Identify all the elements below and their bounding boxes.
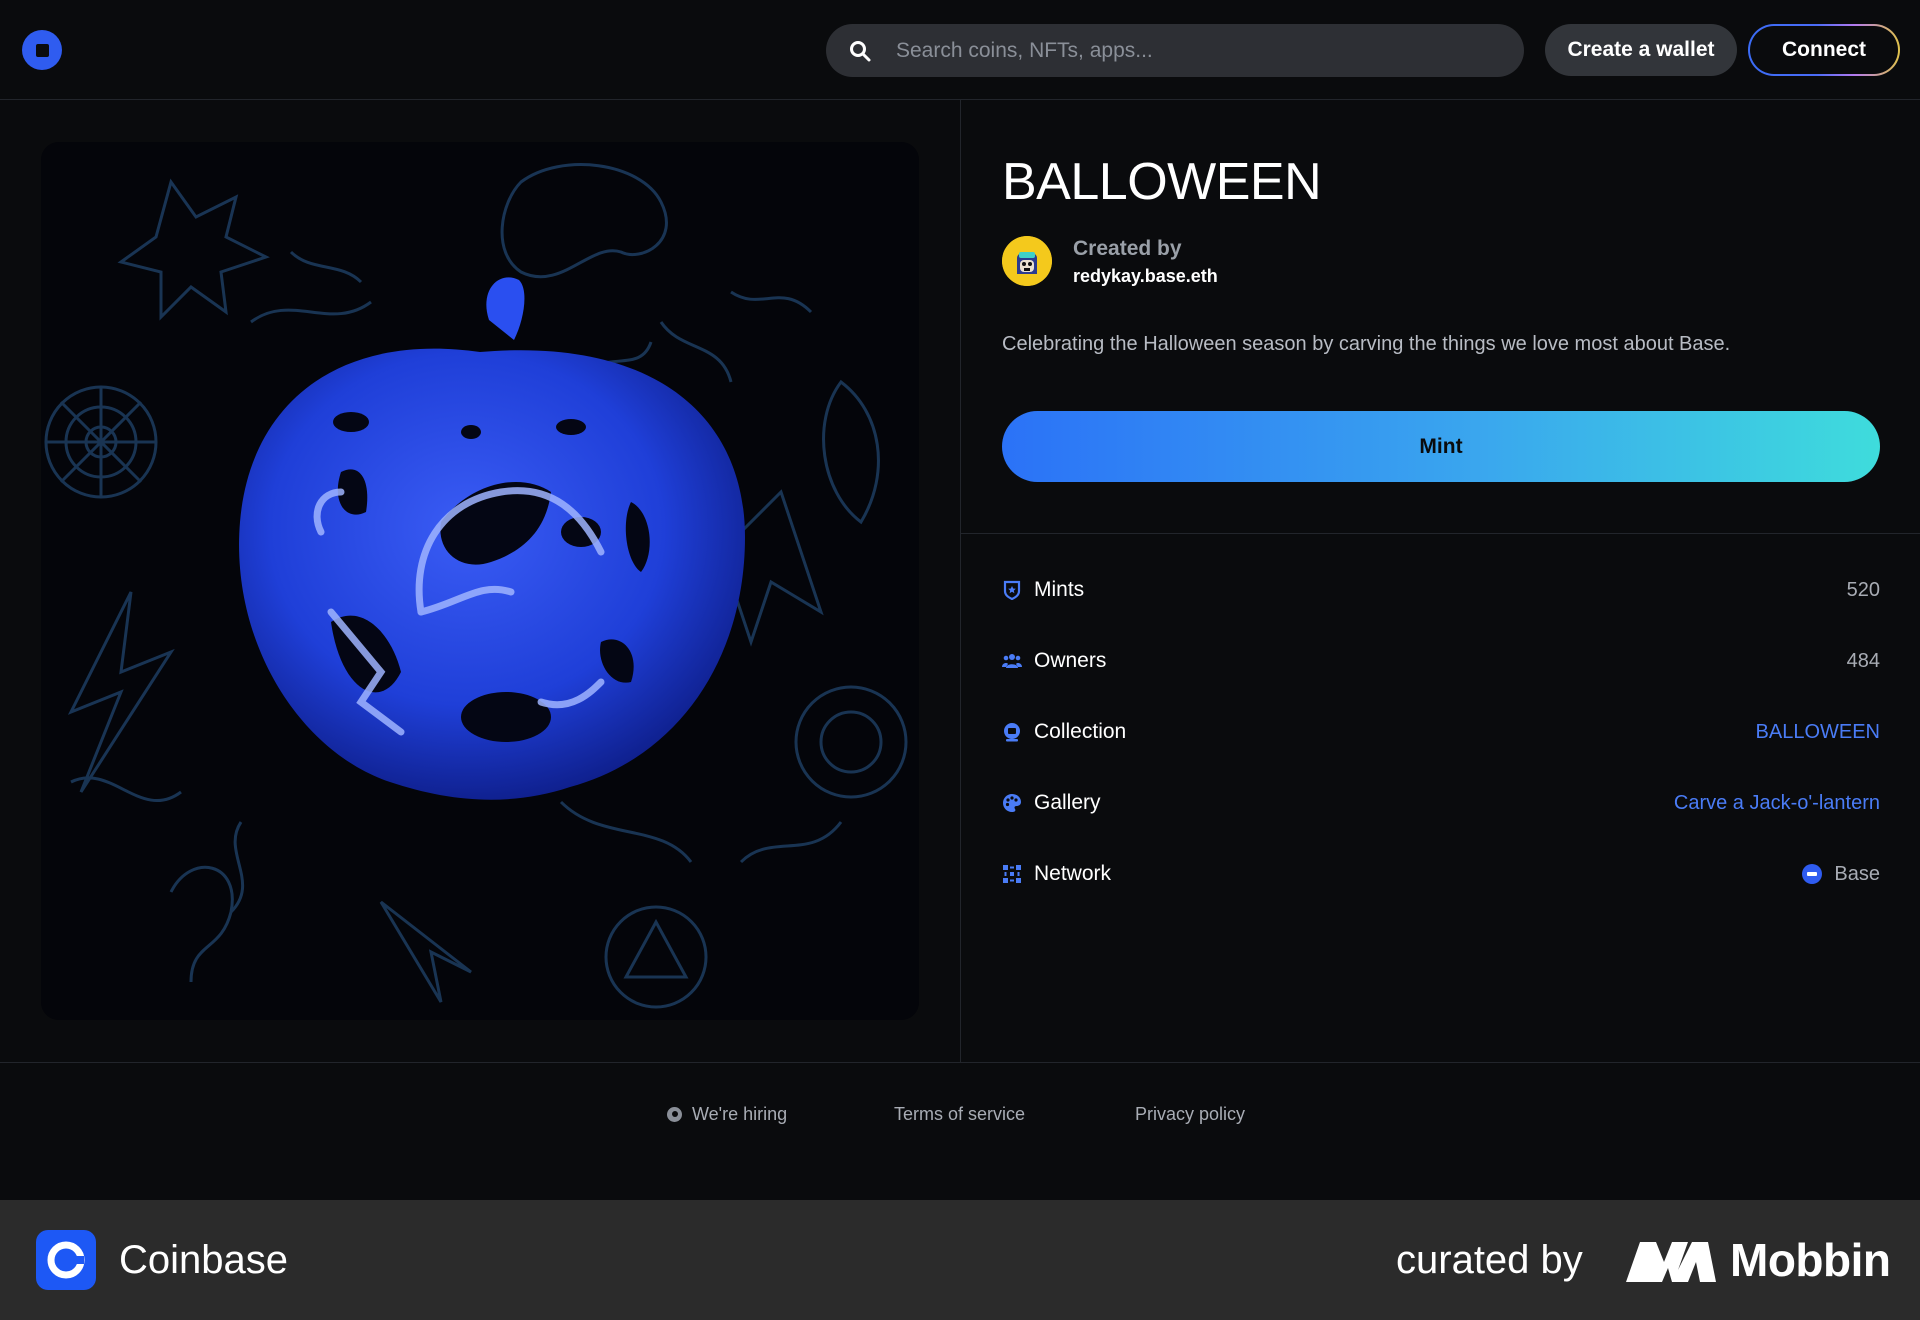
privacy-label: Privacy policy (1135, 1103, 1246, 1124)
owners-count: 484 (1846, 649, 1880, 672)
footer-divider (0, 1062, 1920, 1063)
detail-row-owners: Owners 484 (1002, 641, 1880, 681)
horizontal-divider (961, 533, 1920, 534)
mobbin-logo-icon (1626, 1242, 1716, 1282)
creator-avatar-icon (1002, 236, 1052, 286)
collection-icon (1004, 723, 1020, 742)
hiring-link[interactable]: We're hiring (667, 1100, 787, 1128)
people-icon (1002, 654, 1022, 668)
base-network-icon (1802, 864, 1823, 884)
creator-avatar[interactable] (1002, 236, 1052, 286)
logo-square-icon (35, 43, 49, 57)
detail-row-mints: Mints 520 (1002, 570, 1880, 610)
terms-link[interactable]: Terms of service (894, 1100, 1025, 1128)
connect-button-label: Connect (1750, 26, 1898, 74)
palette-icon (1003, 794, 1021, 812)
detail-label: Owners (1034, 649, 1107, 672)
terms-label: Terms of service (894, 1103, 1026, 1124)
search-icon (850, 40, 871, 61)
network-name: Base (1834, 862, 1880, 885)
mint-button[interactable]: Mint (1002, 411, 1880, 482)
detail-label: Gallery (1034, 791, 1101, 814)
privacy-link[interactable]: Privacy policy (1135, 1100, 1245, 1128)
detail-row-network: Network Base (1002, 854, 1880, 894)
detail-label: Collection (1034, 720, 1127, 743)
coinbase-logo-icon (36, 1230, 96, 1290)
mints-count: 520 (1846, 578, 1880, 601)
nft-description: Celebrating the Halloween season by carv… (1002, 333, 1731, 355)
app-name: Coinbase (119, 1238, 289, 1282)
hiring-label: We're hiring (692, 1103, 788, 1124)
brand-name: Mobbin (1730, 1234, 1891, 1286)
connect-button[interactable]: Connect (1748, 24, 1900, 76)
top-navigation-bar: Create a wallet Connect (0, 0, 1920, 100)
detail-row-gallery: Gallery Carve a Jack-o'-lantern (1002, 783, 1880, 823)
create-wallet-button[interactable]: Create a wallet (1545, 24, 1737, 76)
home-logo-button[interactable] (22, 30, 62, 70)
hiring-icon (667, 1106, 682, 1122)
nft-title: BALLOWEEN (1002, 153, 1322, 211)
collection-link[interactable]: BALLOWEEN (1756, 721, 1880, 744)
pumpkin-artwork (41, 142, 919, 1020)
search-bar[interactable] (826, 24, 1524, 77)
network-icon (1003, 865, 1021, 883)
gallery-link[interactable]: Carve a Jack-o'-lantern (1674, 792, 1880, 815)
detail-row-collection: Collection BALLOWEEN (1002, 712, 1880, 752)
nft-artwork-image (41, 142, 919, 1020)
attribution-bar: Coinbase curated by Mobbin (0, 1200, 1920, 1320)
created-by-label: Created by (1073, 237, 1182, 260)
shield-icon (1003, 580, 1021, 600)
vertical-divider (960, 100, 961, 1062)
curated-by-label: curated by (1396, 1238, 1583, 1282)
search-input[interactable] (896, 38, 1496, 63)
detail-label: Network (1034, 862, 1112, 885)
detail-label: Mints (1034, 578, 1085, 601)
network-value: Base (1802, 863, 1880, 886)
creator-name-link[interactable]: redykay.base.eth (1073, 266, 1218, 287)
